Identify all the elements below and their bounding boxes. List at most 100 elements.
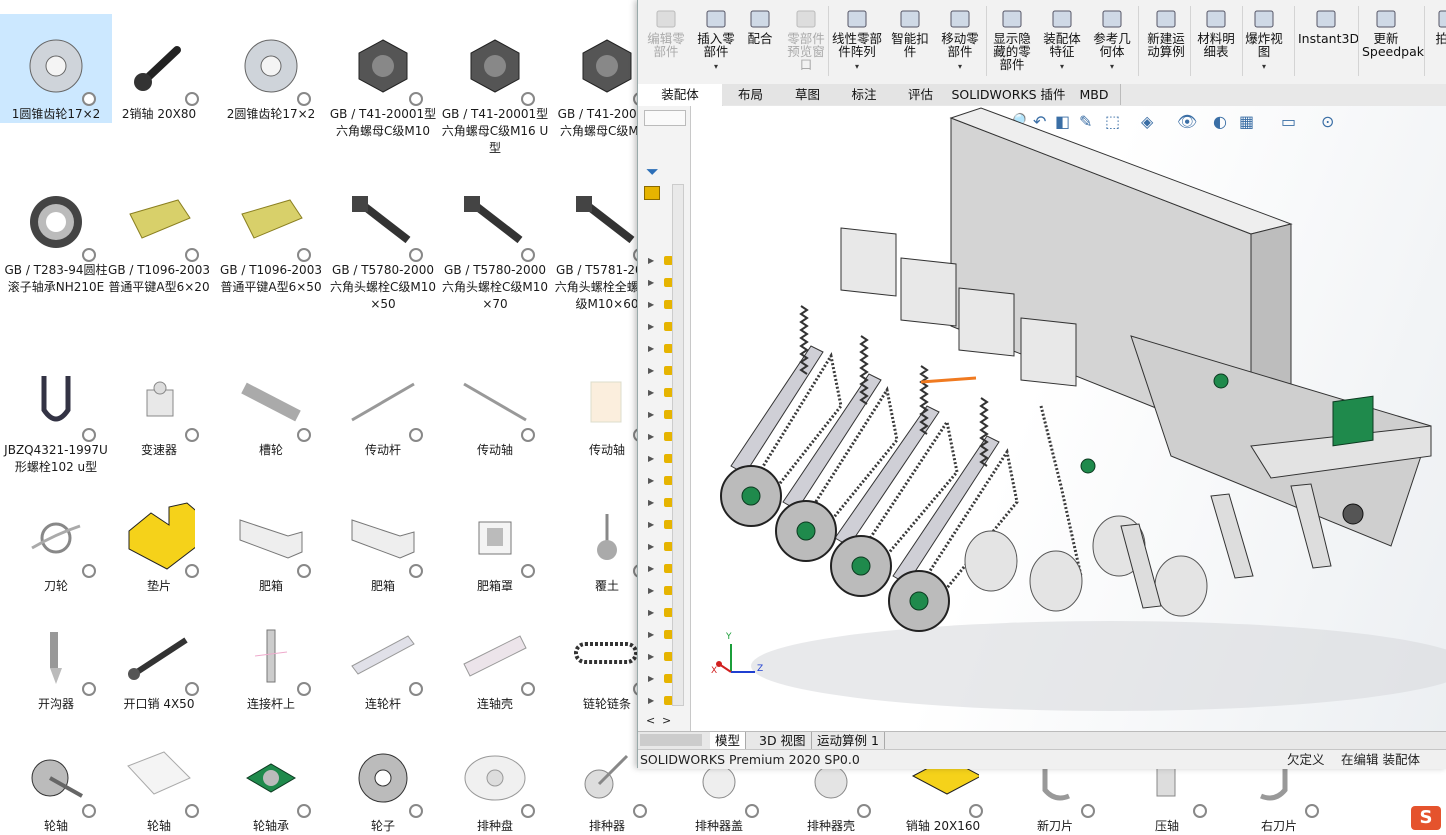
- file-item[interactable]: 连轴壳: [439, 604, 551, 713]
- chevron-down-icon[interactable]: ▾: [828, 60, 886, 73]
- shaft-icon: [459, 366, 535, 442]
- tab-6[interactable]: MBD: [1068, 84, 1121, 105]
- tab-0[interactable]: 装配体: [638, 84, 723, 106]
- file-item[interactable]: GB / T41-20001型六角螺母C级M10: [327, 14, 439, 140]
- file-item[interactable]: GB / T1096-2003普通平键A型6×50: [215, 170, 327, 296]
- cmd-3-button[interactable]: 零部件预览窗口: [784, 8, 828, 71]
- cmd-14-button[interactable]: 更新Speedpak: [1362, 8, 1424, 58]
- expand-arrow-icon[interactable]: ▶: [648, 366, 654, 375]
- file-item[interactable]: 开口销 4X50: [103, 604, 215, 713]
- sogou-ime-icon[interactable]: S: [1411, 806, 1441, 830]
- cmd-12-button[interactable]: 爆炸视图 ▾: [1244, 8, 1284, 73]
- cmd-13-button[interactable]: Instant3D: [1298, 8, 1359, 45]
- file-item[interactable]: 轮轴: [103, 726, 215, 835]
- expand-arrow-icon[interactable]: ▶: [648, 388, 654, 397]
- cmd-0-button[interactable]: 编辑零部件: [644, 8, 688, 58]
- expand-arrow-icon[interactable]: ▶: [648, 586, 654, 595]
- bottom-tab-1[interactable]: 3D 视图: [754, 732, 812, 749]
- file-item[interactable]: 肥箱: [215, 486, 327, 595]
- cmd-4-button[interactable]: 线性零部件阵列 ▾: [828, 8, 886, 73]
- expand-arrow-icon[interactable]: ▶: [648, 278, 654, 287]
- expand-arrow-icon[interactable]: ▶: [648, 432, 654, 441]
- file-item[interactable]: 开沟器: [0, 604, 112, 713]
- assembly-root-icon[interactable]: [644, 186, 660, 200]
- expand-arrow-icon[interactable]: ▶: [648, 674, 654, 683]
- bottom-tab-0[interactable]: 模型: [710, 732, 747, 749]
- planter-assembly-model[interactable]: [691, 106, 1446, 731]
- expand-arrow-icon[interactable]: ▶: [648, 520, 654, 529]
- expand-arrow-icon[interactable]: ▶: [648, 344, 654, 353]
- file-item[interactable]: GB / T5780-2000六角头螺栓C级M10×70: [439, 170, 551, 313]
- panel-top-button[interactable]: [644, 110, 686, 126]
- file-item[interactable]: 传动杆: [327, 350, 439, 459]
- panel-scrollbar[interactable]: [672, 184, 684, 706]
- cmd-10-button[interactable]: 新建运动算例: [1142, 8, 1190, 58]
- file-item[interactable]: 肥箱罩: [439, 486, 551, 595]
- chevron-down-icon[interactable]: ▾: [938, 60, 982, 73]
- file-item[interactable]: 传动轴: [439, 350, 551, 459]
- expand-arrow-icon[interactable]: ▶: [648, 696, 654, 705]
- tab-4[interactable]: 评估: [892, 84, 950, 105]
- chevron-down-icon[interactable]: ▾: [694, 60, 738, 73]
- expand-arrow-icon[interactable]: ▶: [648, 652, 654, 661]
- file-item[interactable]: 1圆锥齿轮17×2: [0, 14, 112, 123]
- file-item[interactable]: GB / T283-94圆柱滚子轴承NH210E: [0, 170, 112, 296]
- file-item[interactable]: GB / T5780-2000六角头螺栓C级M10×50: [327, 170, 439, 313]
- file-item[interactable]: 连接杆上: [215, 604, 327, 713]
- filter-icon[interactable]: ⏷: [646, 162, 659, 182]
- tab-5[interactable]: SOLIDWORKS 插件: [949, 84, 1069, 105]
- cmd-6-button[interactable]: 移动零部件 ▾: [938, 8, 982, 73]
- cmd-7-button[interactable]: 显示隐藏的零部件: [988, 8, 1036, 71]
- cmd-9-button[interactable]: 参考几何体 ▾: [1090, 8, 1134, 73]
- hex-nut-icon: [347, 30, 423, 106]
- cmd-11-button[interactable]: 材料明细表: [1194, 8, 1238, 58]
- expand-arrow-icon[interactable]: ▶: [648, 564, 654, 573]
- cmd-2-button[interactable]: 配合: [742, 8, 778, 45]
- chevron-down-icon[interactable]: ▾: [1040, 60, 1084, 73]
- file-name: 轮轴: [146, 819, 171, 833]
- expand-arrow-icon[interactable]: ▶: [648, 476, 654, 485]
- file-item[interactable]: 连轮杆: [327, 604, 439, 713]
- file-item[interactable]: 排种盘: [439, 726, 551, 835]
- file-item[interactable]: 垫片: [103, 486, 215, 595]
- panel-scroll-right-icon[interactable]: >: [662, 714, 671, 727]
- file-item[interactable]: GB / T1096-2003普通平键A型6×20: [103, 170, 215, 296]
- chevron-down-icon[interactable]: ▾: [1090, 60, 1134, 73]
- chevron-down-icon[interactable]: ▾: [1244, 60, 1284, 73]
- expand-arrow-icon[interactable]: ▶: [648, 454, 654, 463]
- file-item[interactable]: 轮子: [327, 726, 439, 835]
- panel-scroll-left-icon[interactable]: <: [646, 714, 655, 727]
- expand-arrow-icon[interactable]: ▶: [648, 410, 654, 419]
- cmd-8-button[interactable]: 装配体特征 ▾: [1040, 8, 1084, 73]
- expand-arrow-icon[interactable]: ▶: [648, 322, 654, 331]
- toolbar-separator: [1190, 6, 1191, 76]
- graphics-area[interactable]: 🔍 🔎 ↶ ◧ ✎ ⬚ ◈ 👁 ◐ ▦ ▭ ⊙: [691, 106, 1446, 731]
- tab-scroll-arrows[interactable]: [640, 734, 702, 746]
- file-item[interactable]: 轮轴承: [215, 726, 327, 835]
- expand-arrow-icon[interactable]: ▶: [648, 608, 654, 617]
- file-item[interactable]: 轮轴: [0, 726, 112, 835]
- shortcut-overlay-icon: [857, 804, 871, 818]
- cmd-5-button[interactable]: 智能扣件: [888, 8, 932, 58]
- tab-1[interactable]: 布局: [722, 84, 780, 105]
- file-item[interactable]: 2销轴 20X80: [103, 14, 215, 123]
- file-item[interactable]: 肥箱: [327, 486, 439, 595]
- file-item[interactable]: 变速器: [103, 350, 215, 459]
- bottom-tab-2[interactable]: 运动算例 1: [812, 732, 885, 749]
- file-item[interactable]: 2圆锥齿轮17×2: [215, 14, 327, 123]
- file-item[interactable]: JBZQ4321-1997U形螺栓102 u型: [0, 350, 112, 476]
- expand-arrow-icon[interactable]: ▶: [648, 498, 654, 507]
- expand-arrow-icon[interactable]: ▶: [648, 256, 654, 265]
- tab-2[interactable]: 草图: [779, 84, 837, 105]
- command-label: 显示隐藏的零部件: [993, 31, 1031, 72]
- expand-arrow-icon[interactable]: ▶: [648, 542, 654, 551]
- file-item[interactable]: 槽轮: [215, 350, 327, 459]
- cmd-1-button[interactable]: 插入零部件 ▾: [694, 8, 738, 73]
- tab-3[interactable]: 标注: [836, 84, 893, 105]
- file-item[interactable]: 刀轮: [0, 486, 112, 595]
- shortcut-overlay-icon: [185, 248, 199, 262]
- cmd-15-button[interactable]: 拍快: [1428, 8, 1446, 45]
- file-item[interactable]: GB / T41-20001型六角螺母C级M16 U型: [439, 14, 551, 157]
- expand-arrow-icon[interactable]: ▶: [648, 630, 654, 639]
- expand-arrow-icon[interactable]: ▶: [648, 300, 654, 309]
